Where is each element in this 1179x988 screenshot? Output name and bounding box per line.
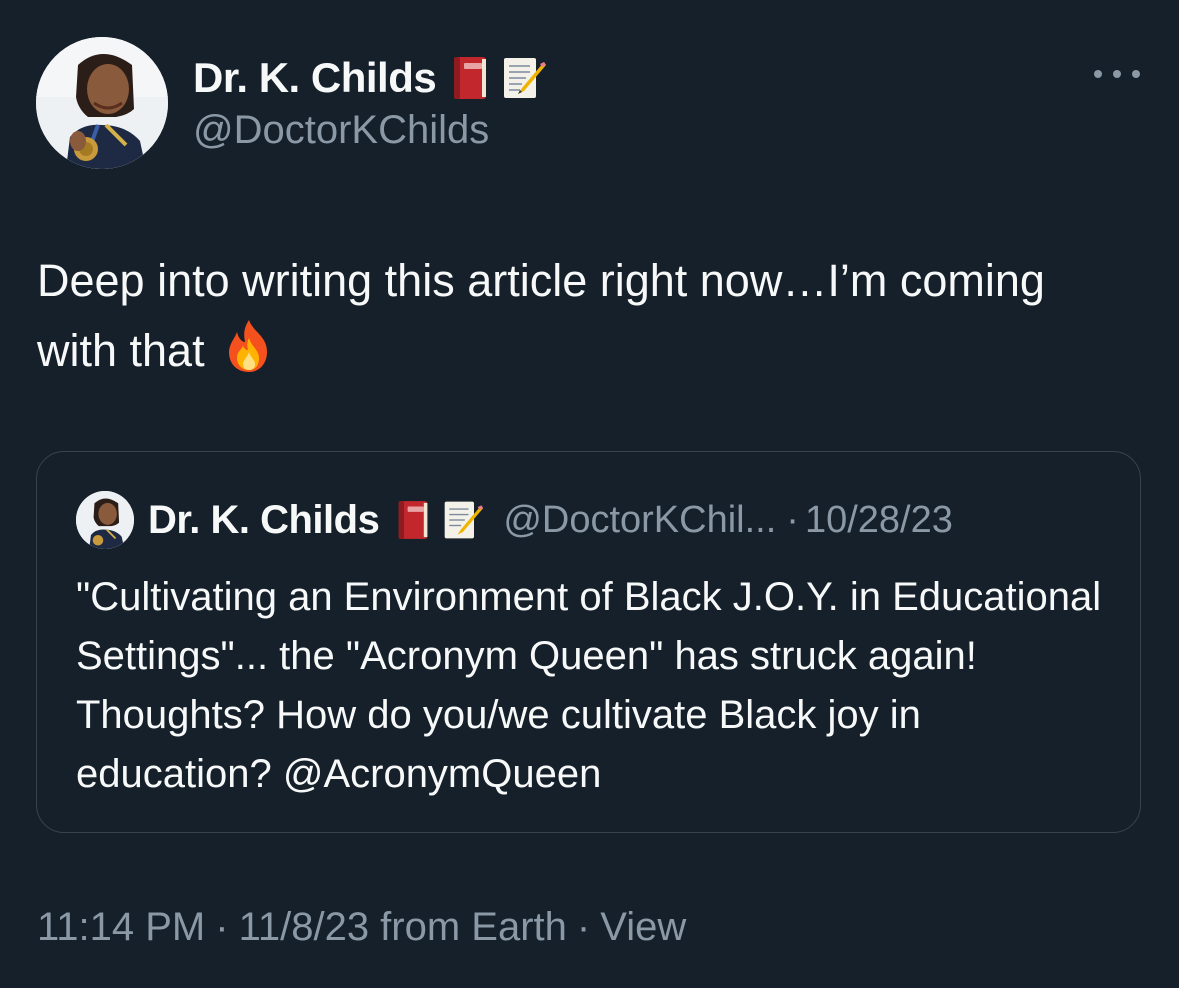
author-avatar[interactable] [36, 37, 168, 169]
tweet-body: Deep into writing this article right now… [37, 255, 1045, 376]
more-options-button[interactable] [1094, 62, 1140, 86]
quoted-name-emojis [395, 498, 485, 542]
tweet-container: Dr. K. Childs @DoctorKChilds Deep into w… [0, 0, 1179, 988]
display-name-row: Dr. K. Childs [193, 50, 548, 106]
tweet-footer: 11:14 PM · 11/8/23 from Earth · View [37, 905, 686, 950]
tweet-date-source: 11/8/23 from Earth [238, 905, 567, 949]
memo-icon [444, 501, 484, 539]
more-dot-icon [1094, 70, 1102, 78]
view-link[interactable]: View [600, 905, 686, 949]
quoted-tweet-text: "Cultivating an Environment of Black J.O… [76, 575, 1102, 796]
quoted-display-name: Dr. K. Childs [148, 497, 380, 542]
quoted-handle: @DoctorKChil... [503, 498, 777, 541]
more-dot-icon [1113, 70, 1121, 78]
closed-book-icon [454, 57, 487, 99]
closed-book-icon [398, 501, 428, 539]
quoted-tweet-card[interactable]: Dr. K. Childs @DoctorKChil... · 10/28/23… [36, 451, 1141, 833]
tweet-text: Deep into writing this article right now… [37, 246, 1117, 386]
quoted-separator: · [786, 498, 799, 541]
memo-icon [504, 58, 547, 98]
quoted-author-avatar [76, 491, 134, 549]
author-names: Dr. K. Childs @DoctorKChilds [193, 50, 548, 153]
fire-icon [229, 320, 268, 372]
name-emojis [450, 54, 548, 102]
tweet-time[interactable]: 11:14 PM [37, 905, 205, 949]
quoted-tweet-header: Dr. K. Childs @DoctorKChil... · 10/28/23 [76, 490, 953, 550]
avatar-image [36, 37, 168, 169]
avatar-image [76, 491, 134, 549]
more-dot-icon [1132, 70, 1140, 78]
footer-separator: · [576, 905, 591, 949]
author-display-name[interactable]: Dr. K. Childs [193, 54, 437, 102]
quoted-date[interactable]: 10/28/23 [805, 499, 953, 542]
footer-separator: · [215, 905, 229, 949]
author-handle[interactable]: @DoctorKChilds [193, 108, 548, 153]
